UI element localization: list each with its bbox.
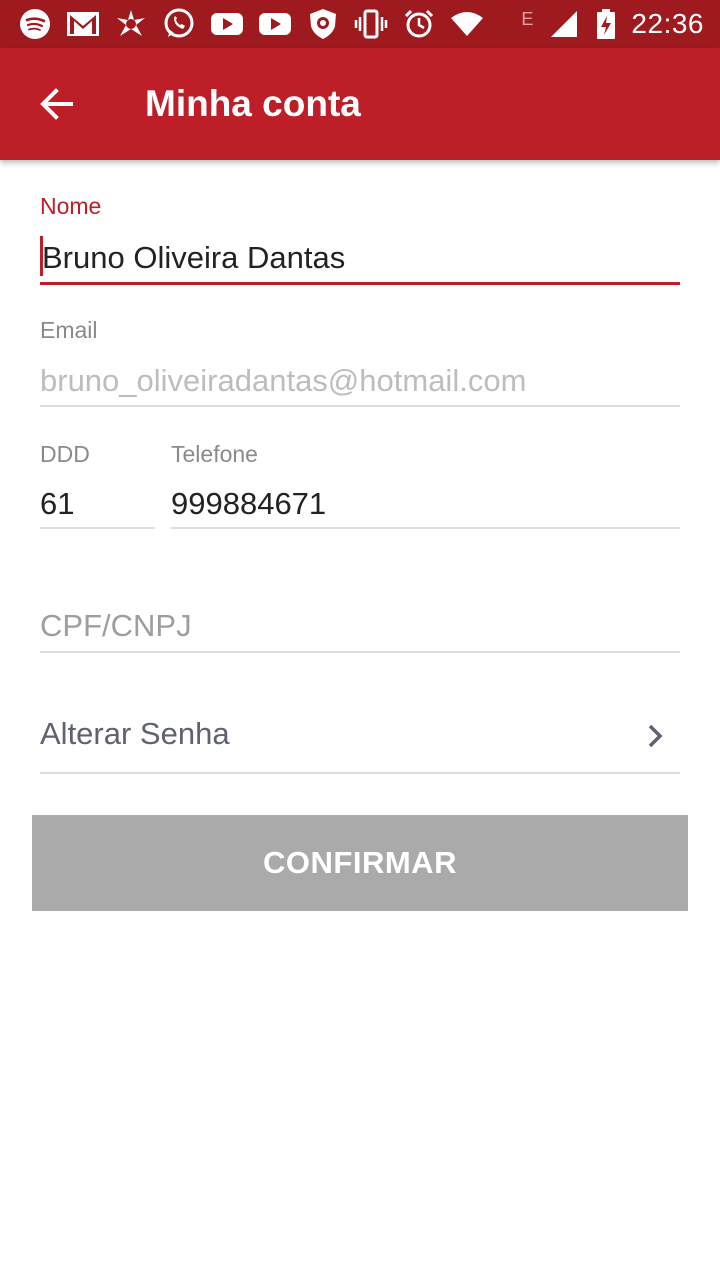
telefone-input[interactable]: 999884671 (171, 486, 326, 522)
wifi-icon (450, 7, 484, 41)
notification-icons (18, 7, 484, 41)
email-input: bruno_oliveiradantas@hotmail.com (40, 363, 527, 398)
status-right: E 22:36 (521, 7, 704, 41)
email-underline (40, 405, 680, 407)
battery-charging-icon (595, 7, 617, 41)
whatsapp-icon (162, 7, 196, 41)
alterar-senha-row[interactable]: Alterar Senha (40, 700, 680, 774)
alarm-icon (402, 7, 436, 41)
ddd-underline (40, 527, 155, 529)
app-bar: Minha conta (0, 48, 720, 160)
spotify-icon (18, 7, 52, 41)
clock-time: 22:36 (631, 8, 704, 39)
alterar-senha-divider (40, 772, 680, 774)
status-bar: E 22:36 (0, 0, 720, 48)
email-label: Email (40, 317, 98, 343)
chevron-right-icon (648, 724, 663, 748)
arrow-back-icon (40, 88, 73, 120)
cpf-input[interactable]: CPF/CNPJ (40, 608, 192, 644)
vibrate-icon (354, 7, 388, 41)
confirm-button[interactable]: CONFIRMAR (32, 815, 688, 911)
ddd-input[interactable]: 61 (40, 486, 74, 522)
cpf-underline (40, 651, 680, 653)
telefone-underline (171, 527, 680, 529)
signal-icon (547, 7, 581, 41)
shield-icon (306, 7, 340, 41)
nome-underline (40, 282, 680, 285)
ddd-label: DDD (40, 441, 90, 467)
youtube-icon (210, 7, 244, 41)
gmail-icon (66, 7, 100, 41)
nome-label: Nome (40, 193, 102, 219)
alterar-senha-label: Alterar Senha (40, 716, 230, 751)
network-type-label: E (521, 9, 534, 29)
telefone-label: Telefone (171, 441, 258, 467)
back-button[interactable] (28, 76, 84, 132)
page-title: Minha conta (145, 83, 361, 124)
nome-input[interactable]: Bruno Oliveira Dantas (42, 240, 345, 276)
avast-icon (114, 7, 148, 41)
youtube-icon (258, 7, 292, 41)
